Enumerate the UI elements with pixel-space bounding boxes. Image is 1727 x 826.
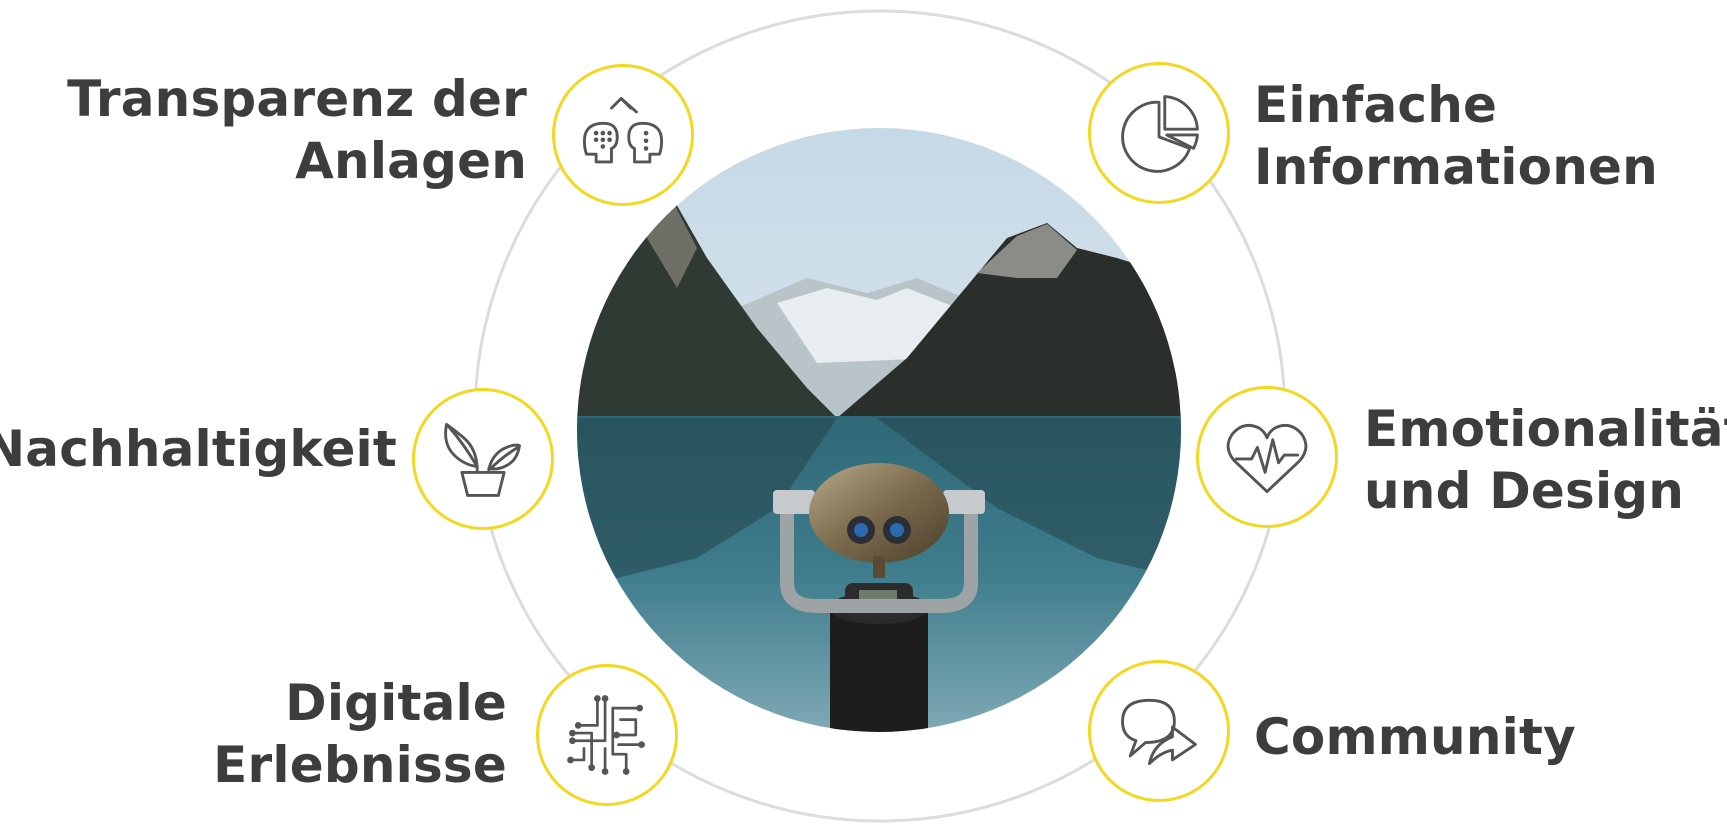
label-line: Informationen — [1254, 138, 1658, 196]
label-emotionalitaet: Emotionalität und Design — [1364, 398, 1727, 522]
label-line: Community — [1254, 708, 1576, 766]
label-line: Anlagen — [295, 132, 527, 190]
label-line: Digitale — [285, 674, 507, 732]
node-nachhaltigkeit — [412, 388, 554, 530]
node-transparenz — [552, 64, 694, 206]
node-community — [1088, 660, 1230, 802]
heartbeat-icon — [1226, 423, 1308, 493]
label-einfache: Einfache Informationen — [1254, 74, 1658, 198]
label-line: Erlebnisse — [213, 736, 507, 794]
circuit-icon — [567, 695, 645, 775]
label-line: und Design — [1364, 462, 1685, 520]
brain-exchange-icon — [582, 97, 664, 164]
node-digitale — [536, 664, 678, 806]
label-line: Emotionalität — [1364, 400, 1727, 458]
label-nachhaltigkeit: Nachhaltigkeit — [0, 418, 397, 480]
speech-bubbles-icon — [1121, 698, 1197, 766]
plant-pot-icon — [444, 423, 521, 497]
node-emotionalitaet — [1196, 386, 1338, 528]
node-einfache — [1088, 62, 1230, 204]
label-line: Nachhaltigkeit — [0, 420, 397, 478]
label-digitale: Digitale Erlebnisse — [213, 672, 507, 796]
center-photo — [577, 128, 1181, 732]
label-transparenz: Transparenz der Anlagen — [67, 68, 527, 192]
label-line: Einfache — [1254, 76, 1498, 134]
label-community: Community — [1254, 706, 1576, 768]
pie-chart-icon — [1121, 95, 1199, 173]
label-line: Transparenz der — [67, 70, 527, 128]
